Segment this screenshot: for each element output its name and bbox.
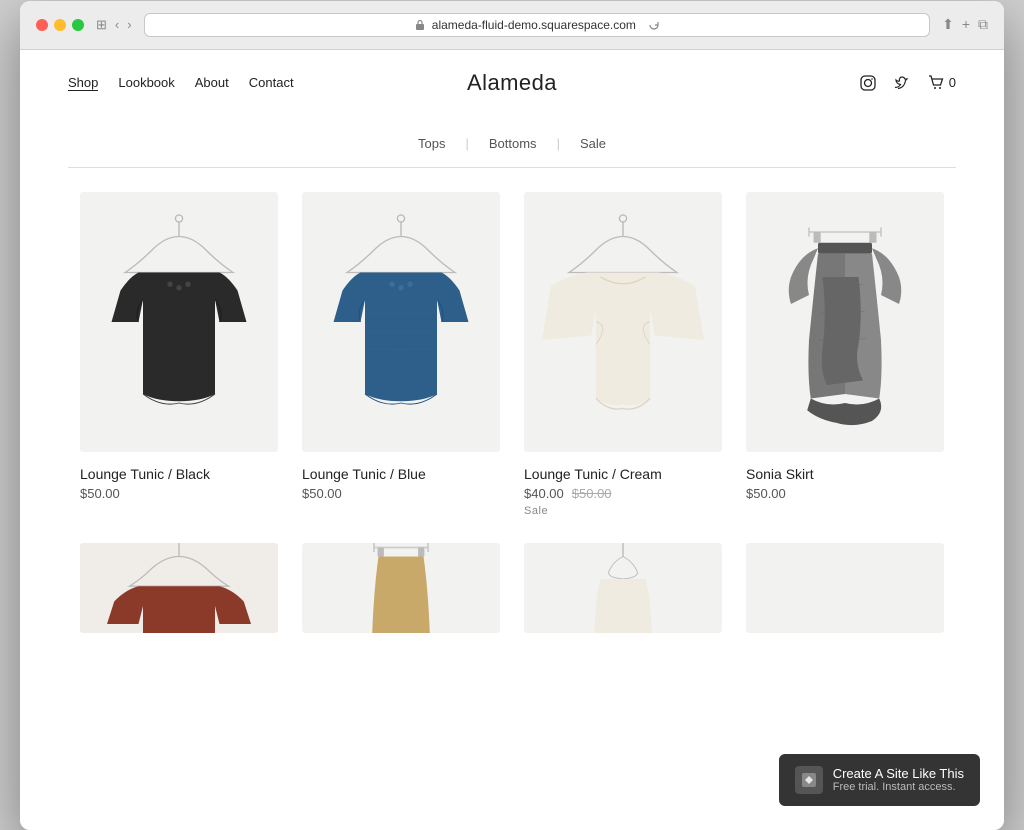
back-button[interactable]: ‹ <box>115 17 119 32</box>
product-price-blue: $50.00 <box>302 486 342 501</box>
product-image-cream <box>524 192 722 452</box>
cart-icon <box>927 74 945 92</box>
product-price-original-cream: $50.00 <box>572 486 612 501</box>
product-card-black[interactable]: Lounge Tunic / Black $50.00 <box>68 192 290 543</box>
site-title: Alameda <box>467 70 557 96</box>
filter-bottoms[interactable]: Bottoms <box>489 136 537 151</box>
sq-logo-icon <box>801 772 817 788</box>
product-card-skirt[interactable]: Sonia Skirt $50.00 <box>734 192 956 543</box>
cart-button[interactable]: 0 <box>927 74 956 92</box>
product-image-svg-black <box>80 192 278 452</box>
browser-window: ⊞ ‹ › alameda-fluid-demo.squarespace.com… <box>20 1 1004 830</box>
tabs-icon[interactable]: ⧉ <box>978 16 988 33</box>
nav-link-lookbook[interactable]: Lookbook <box>118 75 174 91</box>
minimize-button[interactable] <box>54 19 66 31</box>
filter-section: Tops | Bottoms | Sale <box>20 116 1004 167</box>
products-grid: Lounge Tunic / Black $50.00 <box>20 192 1004 543</box>
squarespace-promo[interactable]: Create A Site Like This Free trial. Inst… <box>779 754 980 806</box>
product-card-cream[interactable]: Lounge Tunic / Cream $40.00 $50.00 Sale <box>512 192 734 543</box>
squarespace-logo <box>795 766 823 794</box>
partial-product-1[interactable] <box>68 543 290 633</box>
partial-image-4 <box>746 543 944 633</box>
partial-svg-3 <box>524 543 722 633</box>
page-wrapper: Shop Lookbook About Contact Alameda <box>20 50 1004 830</box>
product-image-blue <box>302 192 500 452</box>
nav-link-contact[interactable]: Contact <box>249 75 294 91</box>
products-grid-bottom <box>20 543 1004 633</box>
nav-link-about[interactable]: About <box>195 75 229 91</box>
divider <box>68 167 956 168</box>
share-icon[interactable]: ⬆ <box>942 16 954 33</box>
partial-product-2[interactable] <box>290 543 512 633</box>
product-price-skirt: $50.00 <box>746 486 786 501</box>
product-image-black <box>80 192 278 452</box>
close-button[interactable] <box>36 19 48 31</box>
maximize-button[interactable] <box>72 19 84 31</box>
sale-badge-cream: Sale <box>524 501 722 519</box>
product-price-row-black: $50.00 <box>80 486 278 501</box>
filter-tops[interactable]: Tops <box>418 136 445 151</box>
partial-product-3[interactable] <box>512 543 734 633</box>
product-card-blue[interactable]: Lounge Tunic / Blue $50.00 <box>290 192 512 543</box>
nav-links: Shop Lookbook About Contact <box>68 75 294 91</box>
partial-image-1 <box>80 543 278 633</box>
page-content: Shop Lookbook About Contact Alameda <box>20 50 1004 830</box>
lock-icon <box>414 19 426 31</box>
partial-image-2 <box>302 543 500 633</box>
browser-actions: ⬆ + ⧉ <box>942 16 988 33</box>
partial-svg-2 <box>302 543 500 633</box>
product-name-cream: Lounge Tunic / Cream <box>524 466 722 482</box>
product-image-svg-cream <box>524 192 722 452</box>
nav: Shop Lookbook About Contact Alameda <box>20 50 1004 116</box>
partial-product-4 <box>734 543 956 633</box>
product-name-skirt: Sonia Skirt <box>746 466 944 482</box>
product-name-blue: Lounge Tunic / Blue <box>302 466 500 482</box>
forward-button[interactable]: › <box>127 17 131 32</box>
product-price-row-cream: $40.00 $50.00 <box>524 486 722 501</box>
product-image-svg-blue <box>302 192 500 452</box>
address-bar[interactable]: alameda-fluid-demo.squarespace.com <box>144 13 930 37</box>
partial-svg-1 <box>80 543 278 633</box>
nav-link-shop[interactable]: Shop <box>68 75 98 91</box>
twitter-icon[interactable] <box>893 74 911 92</box>
traffic-lights <box>36 19 84 31</box>
new-tab-icon[interactable]: + <box>962 16 970 33</box>
product-price-black: $50.00 <box>80 486 120 501</box>
reload-icon[interactable] <box>648 19 660 31</box>
filter-sale[interactable]: Sale <box>580 136 606 151</box>
product-name-black: Lounge Tunic / Black <box>80 466 278 482</box>
partial-image-3 <box>524 543 722 633</box>
product-image-skirt <box>746 192 944 452</box>
product-price-cream: $40.00 <box>524 486 564 501</box>
browser-controls: ⊞ ‹ › <box>96 17 132 33</box>
browser-chrome: ⊞ ‹ › alameda-fluid-demo.squarespace.com… <box>20 1 1004 50</box>
instagram-icon[interactable] <box>859 74 877 92</box>
product-price-row-skirt: $50.00 <box>746 486 944 501</box>
product-image-svg-skirt <box>746 192 944 452</box>
promo-title: Create A Site Like This <box>833 766 964 781</box>
promo-text: Create A Site Like This Free trial. Inst… <box>833 766 964 793</box>
sidebar-toggle-icon[interactable]: ⊞ <box>96 17 107 33</box>
nav-right: 0 <box>859 74 956 92</box>
product-price-row-blue: $50.00 <box>302 486 500 501</box>
url-text: alameda-fluid-demo.squarespace.com <box>432 18 636 32</box>
cart-count: 0 <box>949 75 956 90</box>
promo-subtitle: Free trial. Instant access. <box>833 781 964 793</box>
